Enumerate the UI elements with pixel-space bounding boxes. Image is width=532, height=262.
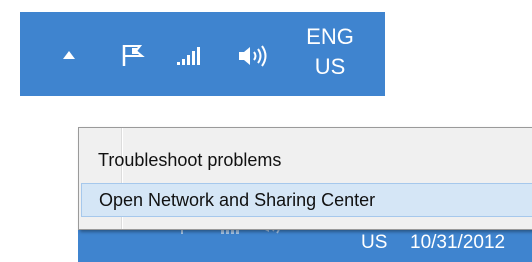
network-context-menu: Troubleshoot problems Open Network and S… xyxy=(78,127,532,230)
action-center-flag-icon[interactable] xyxy=(121,43,145,67)
menu-item-open-network-sharing-center[interactable]: Open Network and Sharing Center xyxy=(81,183,532,217)
language-indicator[interactable]: ENG US xyxy=(295,22,365,82)
region-code: US xyxy=(314,54,346,79)
language-code: ENG xyxy=(306,24,354,49)
menu-item-label: Open Network and Sharing Center xyxy=(99,189,376,210)
taskbar-region-code[interactable]: US xyxy=(361,232,387,254)
menu-item-label: Troubleshoot problems xyxy=(98,149,282,170)
taskbar-notification-area-top: ENG US xyxy=(20,12,385,96)
taskbar-date[interactable]: 10/31/2012 xyxy=(410,232,505,254)
menu-item-troubleshoot-problems[interactable]: Troubleshoot problems xyxy=(81,143,532,177)
network-signal-icon[interactable] xyxy=(176,46,204,66)
show-hidden-icons-arrow-icon[interactable] xyxy=(62,50,76,60)
speaker-volume-icon[interactable] xyxy=(236,44,268,68)
